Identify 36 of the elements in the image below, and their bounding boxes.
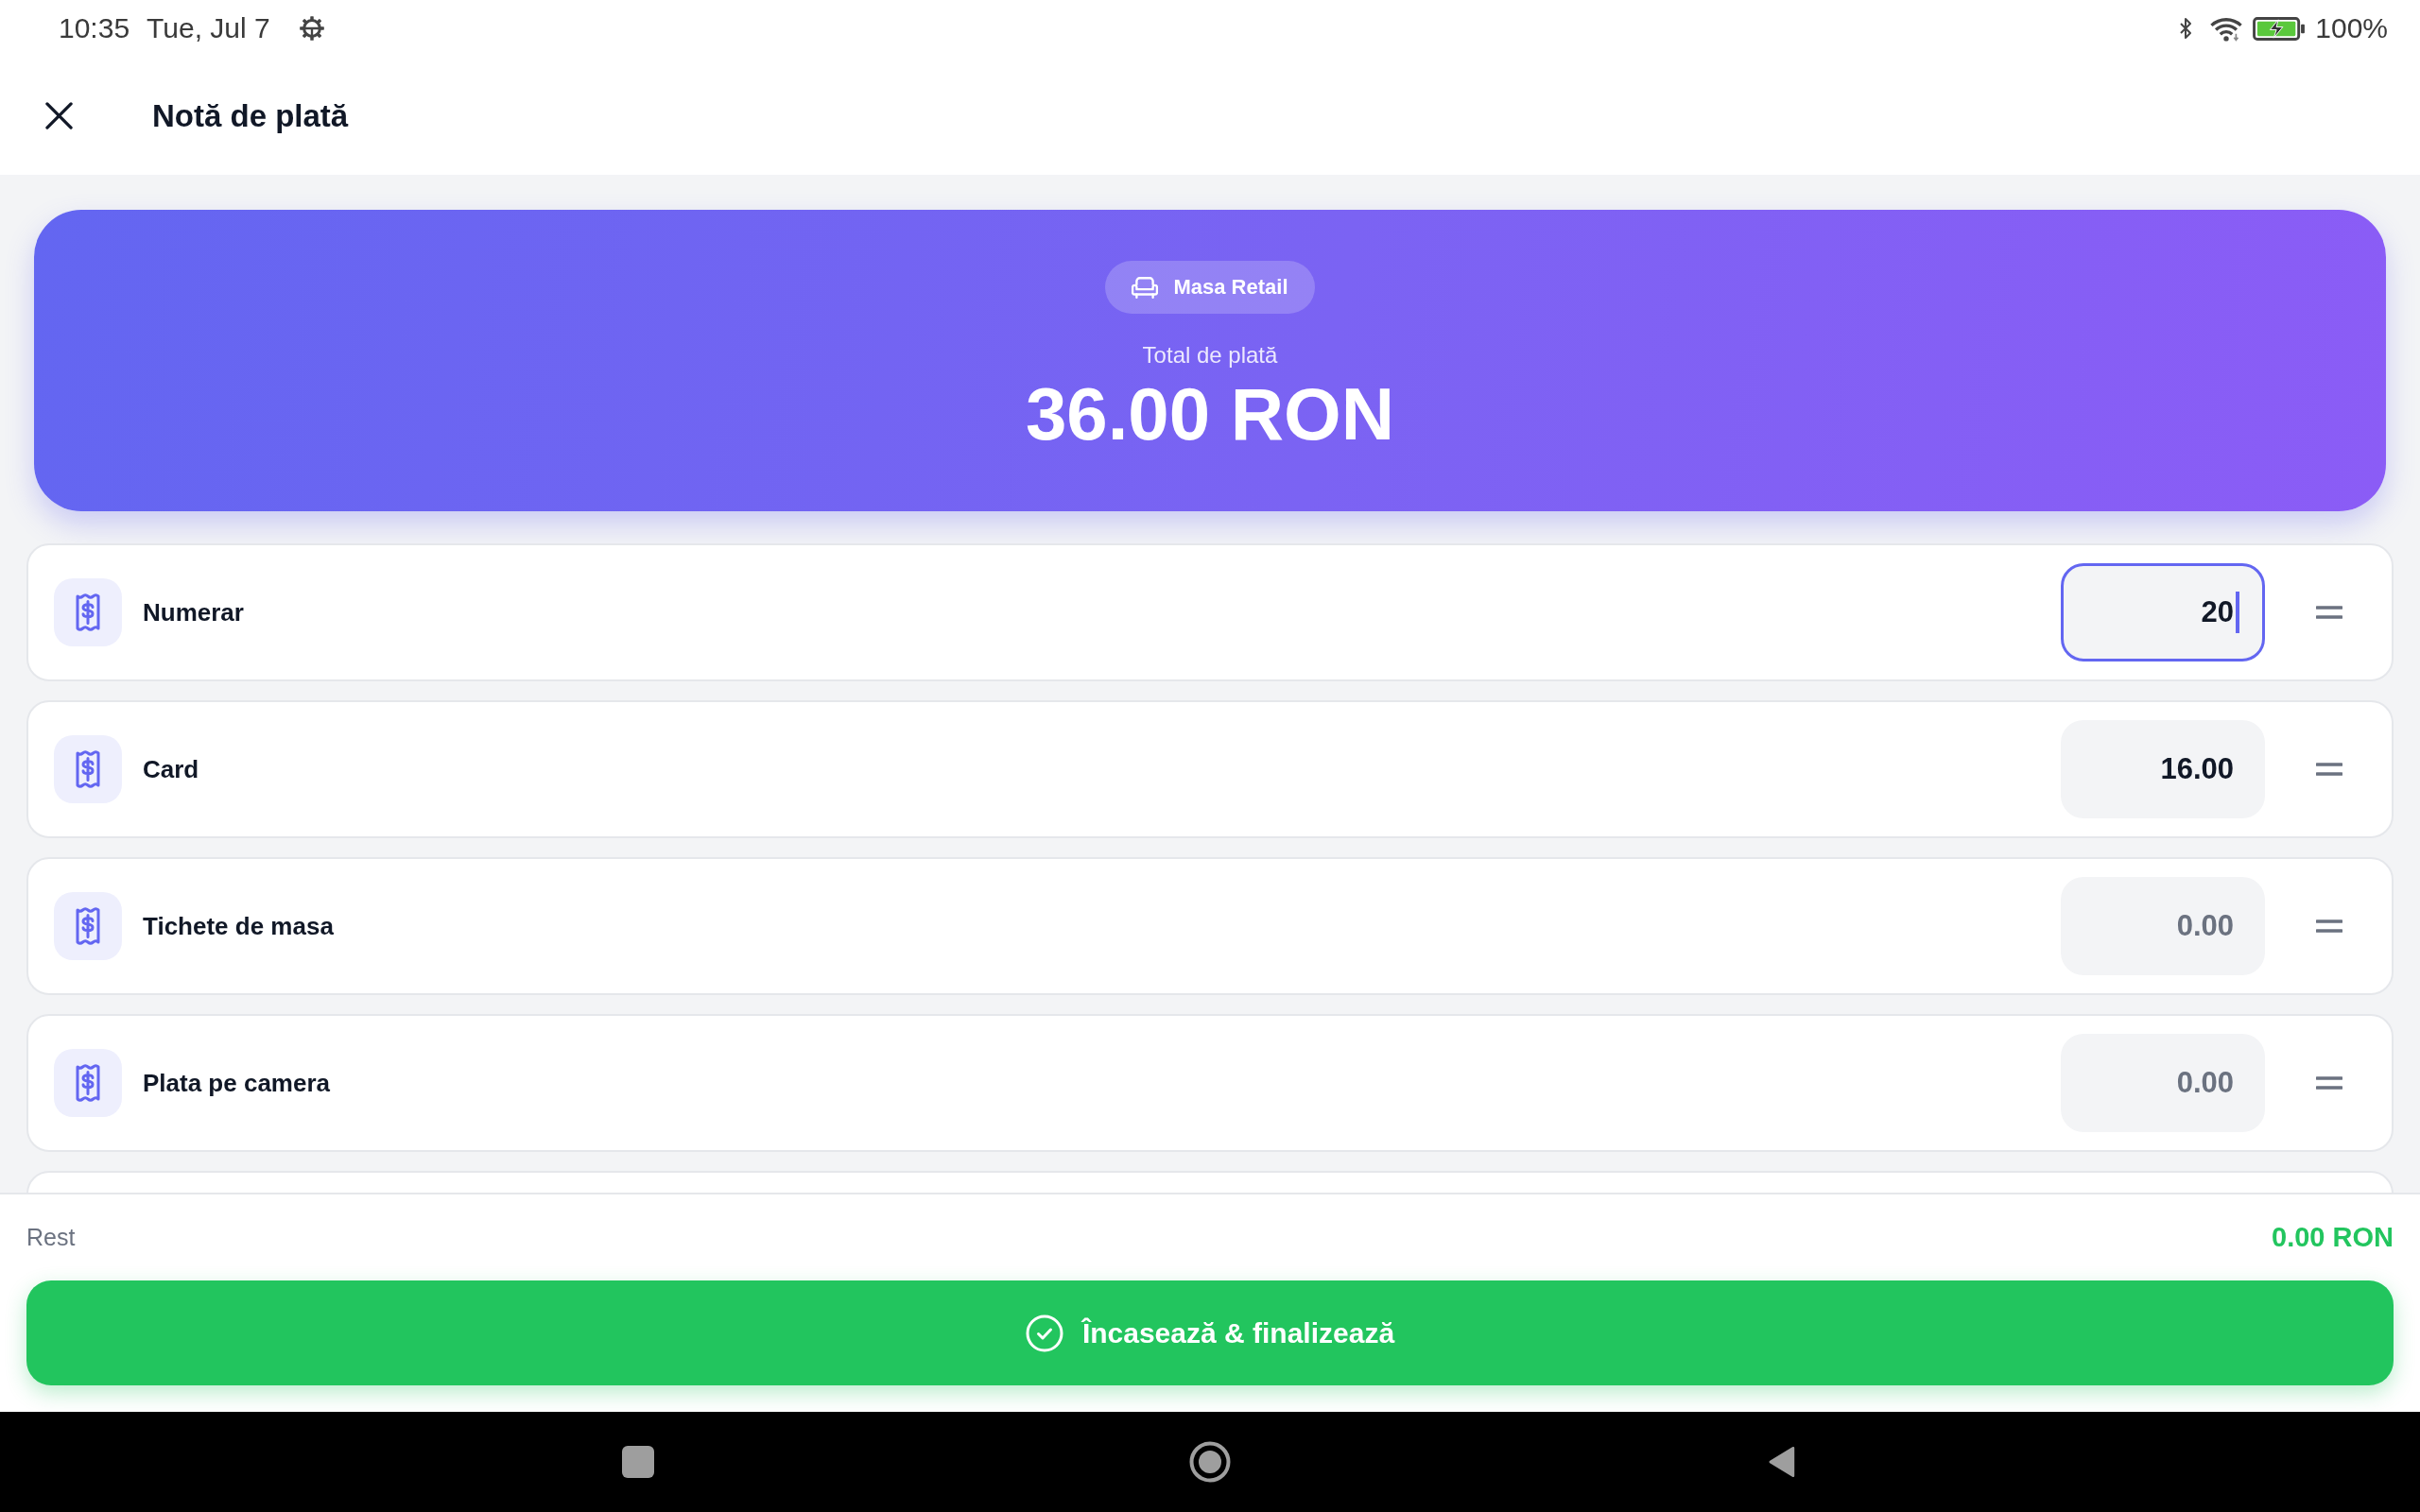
equals-icon[interactable] [2316,919,2342,934]
equals-icon[interactable] [2316,605,2342,620]
home-icon[interactable] [1189,1441,1231,1483]
status-date: Tue, Jul 7 [147,14,270,43]
change-amount: 0.00 RON [2272,1222,2394,1253]
close-icon[interactable] [45,102,73,129]
receipt-icon [54,1049,122,1117]
wifi-icon [2209,15,2244,42]
finalize-button[interactable]: Încasează & finalizează [26,1280,2394,1385]
amount-field[interactable]: 20 [2061,563,2265,662]
equals-icon[interactable] [2316,1075,2342,1091]
equals-icon[interactable] [2316,762,2342,777]
bluetooth-icon [2179,16,2193,41]
amount-field[interactable]: 0.00 [2061,1034,2265,1132]
text-cursor-icon [2236,592,2239,633]
payment-method-label: Plata pe camera [143,1068,330,1098]
total-amount: 36.00 RON [1025,376,1395,454]
change-label: Rest [26,1224,76,1251]
table-name: Masa Retail [1173,275,1288,300]
receipt-icon [54,892,122,960]
battery-icon [2253,16,2307,41]
page-title: Notă de plată [152,97,349,134]
payment-method-label: Tichete de masa [143,911,334,941]
amount-field[interactable]: 16.00 [2061,720,2265,818]
armchair-icon [1132,276,1159,299]
amount-field[interactable]: 0.00 [2061,877,2265,975]
gear-icon [298,15,325,42]
payment-method-label: Numerar [143,597,244,627]
payment-method-label: Card [143,754,199,784]
battery-percent: 100% [2315,14,2388,43]
status-time: 10:35 [59,14,130,43]
check-circle-icon [1025,1314,1063,1352]
receipt-icon [54,735,122,803]
receipt-icon [54,578,122,646]
total-label: Total de plată [1142,342,1278,369]
square-icon[interactable] [622,1446,654,1478]
